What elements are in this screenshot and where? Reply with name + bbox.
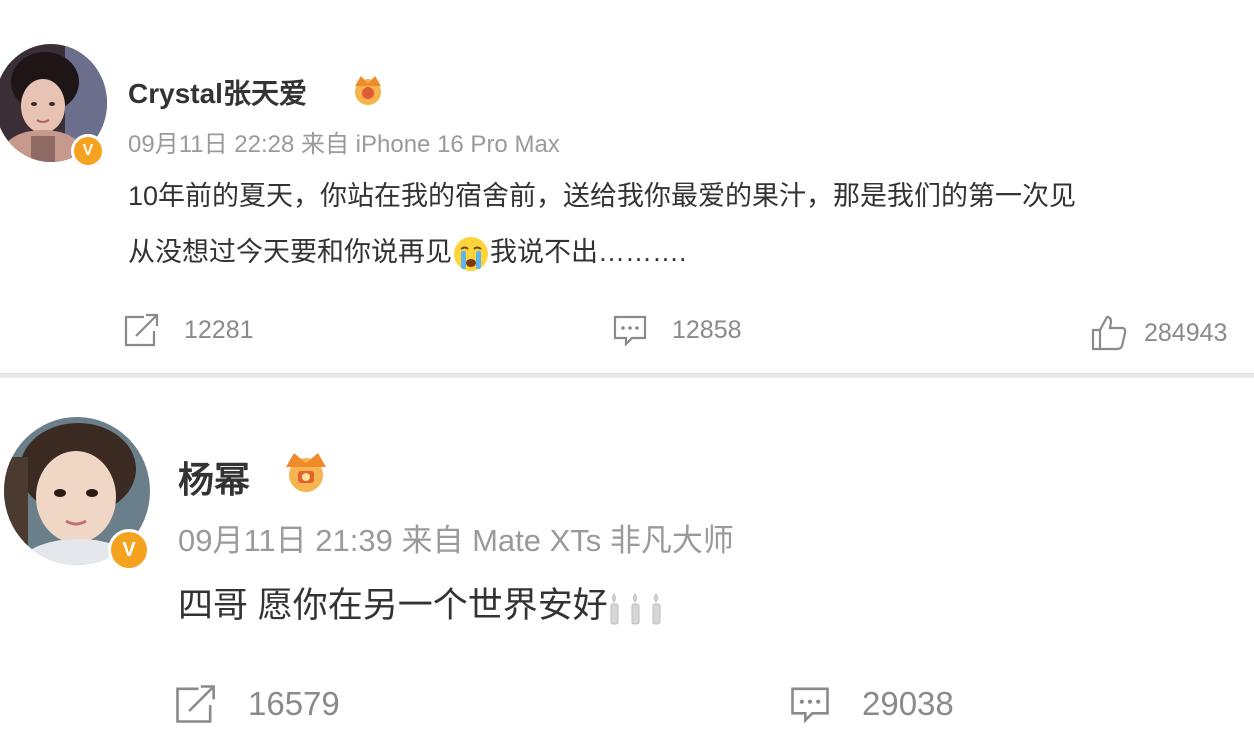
post-text-segment: 四哥 愿你在另一个世界安好 — [178, 586, 608, 625]
repost-button[interactable]: 12281 — [122, 312, 254, 348]
repost-button[interactable]: 16579 — [172, 683, 340, 725]
post-text-line1: 四哥 愿你在另一个世界安好 — [178, 577, 670, 628]
like-button[interactable]: 284943 — [1090, 314, 1227, 352]
post-meta: 09月11日 22:28 来自 iPhone 16 Pro Max — [128, 131, 560, 158]
like-count: 284943 — [1144, 318, 1228, 347]
comment-icon — [613, 315, 647, 347]
repost-icon — [124, 313, 159, 347]
comment-count: 12858 — [672, 315, 742, 344]
crying-emoji-icon — [454, 236, 488, 271]
comment-icon — [791, 687, 829, 724]
verified-badge-icon: V — [71, 134, 105, 168]
comment-button[interactable]: 29038 — [788, 683, 954, 725]
crown-icon — [286, 453, 326, 492]
post-card: V Crystal张天爱 09月11日 22:28 来自 iPhone 16 P… — [0, 0, 1254, 373]
post-text-line1: 10年前的夏天，你站在我的宿舍前，送给我你最爱的果汁，那是我们的第一次见 — [128, 181, 1077, 211]
post-text-segment: 我说不出………. — [490, 237, 687, 267]
comment-button[interactable]: 12858 — [612, 312, 742, 348]
author-name[interactable]: Crystal张天爱 — [128, 72, 307, 112]
candle-emoji-icon — [610, 592, 661, 625]
crown-icon — [355, 76, 381, 105]
post-meta: 09月11日 21:39 来自 Mate XTs 非凡大师 — [178, 523, 734, 558]
post-text-line2: 从没想过今天要和你说再见 我说不出………. — [128, 230, 687, 273]
verified-badge-icon: V — [108, 529, 150, 571]
like-icon — [1091, 315, 1127, 351]
repost-count: 12281 — [184, 315, 254, 344]
repost-icon — [176, 685, 215, 723]
comment-count: 29038 — [862, 685, 954, 722]
repost-count: 16579 — [248, 685, 340, 722]
post-card: V 杨幂 09月11日 21:39 来自 Mate XTs 非凡大师 四哥 愿你… — [0, 377, 1254, 753]
author-name[interactable]: 杨幂 — [178, 451, 250, 503]
post-text-segment: 从没想过今天要和你说再见 — [128, 237, 452, 267]
